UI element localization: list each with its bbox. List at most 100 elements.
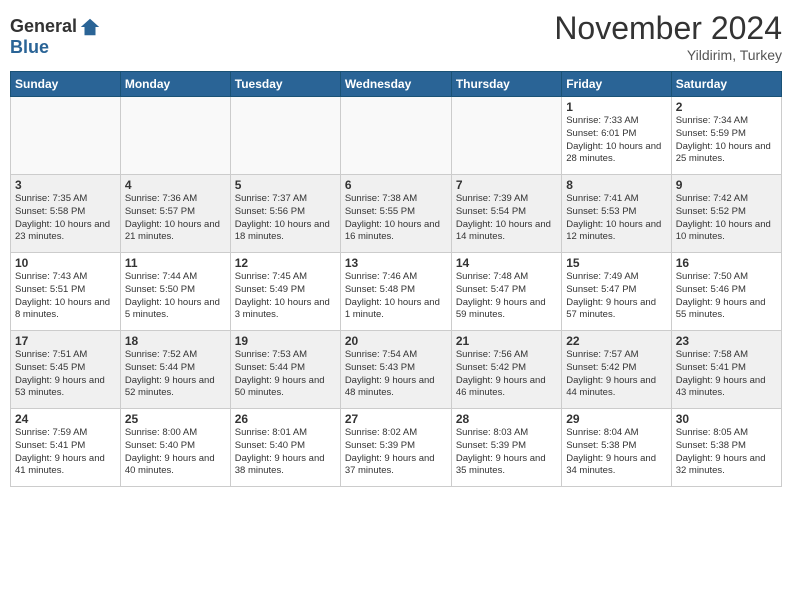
- calendar-cell: 2Sunrise: 7:34 AMSunset: 5:59 PMDaylight…: [671, 97, 781, 175]
- day-info: Sunrise: 7:59 AMSunset: 5:41 PMDaylight:…: [15, 427, 116, 478]
- calendar-cell: 26Sunrise: 8:01 AMSunset: 5:40 PMDayligh…: [230, 409, 340, 487]
- calendar-cell: 30Sunrise: 8:05 AMSunset: 5:38 PMDayligh…: [671, 409, 781, 487]
- calendar-cell: [451, 97, 561, 175]
- day-info: Sunrise: 7:36 AMSunset: 5:57 PMDaylight:…: [125, 193, 226, 244]
- calendar-cell: 7Sunrise: 7:39 AMSunset: 5:54 PMDaylight…: [451, 175, 561, 253]
- calendar-cell: 10Sunrise: 7:43 AMSunset: 5:51 PMDayligh…: [11, 253, 121, 331]
- day-number: 15: [566, 256, 666, 270]
- calendar-cell: 20Sunrise: 7:54 AMSunset: 5:43 PMDayligh…: [340, 331, 451, 409]
- day-info: Sunrise: 7:53 AMSunset: 5:44 PMDaylight:…: [235, 349, 336, 400]
- calendar-week-row: 10Sunrise: 7:43 AMSunset: 5:51 PMDayligh…: [11, 253, 782, 331]
- calendar-cell: [11, 97, 121, 175]
- day-number: 28: [456, 412, 557, 426]
- day-number: 17: [15, 334, 116, 348]
- calendar-cell: 1Sunrise: 7:33 AMSunset: 6:01 PMDaylight…: [562, 97, 671, 175]
- calendar: Sunday Monday Tuesday Wednesday Thursday…: [10, 71, 782, 487]
- month-title: November 2024: [554, 10, 782, 47]
- calendar-cell: 13Sunrise: 7:46 AMSunset: 5:48 PMDayligh…: [340, 253, 451, 331]
- day-info: Sunrise: 7:54 AMSunset: 5:43 PMDaylight:…: [345, 349, 447, 400]
- day-info: Sunrise: 7:52 AMSunset: 5:44 PMDaylight:…: [125, 349, 226, 400]
- calendar-week-row: 3Sunrise: 7:35 AMSunset: 5:58 PMDaylight…: [11, 175, 782, 253]
- day-number: 16: [676, 256, 777, 270]
- day-info: Sunrise: 8:05 AMSunset: 5:38 PMDaylight:…: [676, 427, 777, 478]
- day-info: Sunrise: 7:43 AMSunset: 5:51 PMDaylight:…: [15, 271, 116, 322]
- logo: General Blue: [10, 16, 101, 58]
- col-friday: Friday: [562, 72, 671, 97]
- day-number: 26: [235, 412, 336, 426]
- calendar-cell: 29Sunrise: 8:04 AMSunset: 5:38 PMDayligh…: [562, 409, 671, 487]
- day-info: Sunrise: 7:58 AMSunset: 5:41 PMDaylight:…: [676, 349, 777, 400]
- day-info: Sunrise: 8:01 AMSunset: 5:40 PMDaylight:…: [235, 427, 336, 478]
- day-number: 3: [15, 178, 116, 192]
- day-info: Sunrise: 7:41 AMSunset: 5:53 PMDaylight:…: [566, 193, 666, 244]
- calendar-cell: 27Sunrise: 8:02 AMSunset: 5:39 PMDayligh…: [340, 409, 451, 487]
- day-info: Sunrise: 7:50 AMSunset: 5:46 PMDaylight:…: [676, 271, 777, 322]
- day-info: Sunrise: 7:49 AMSunset: 5:47 PMDaylight:…: [566, 271, 666, 322]
- logo-general-text: General: [10, 17, 77, 37]
- calendar-cell: 23Sunrise: 7:58 AMSunset: 5:41 PMDayligh…: [671, 331, 781, 409]
- calendar-week-row: 24Sunrise: 7:59 AMSunset: 5:41 PMDayligh…: [11, 409, 782, 487]
- col-monday: Monday: [120, 72, 230, 97]
- day-number: 2: [676, 100, 777, 114]
- day-info: Sunrise: 7:42 AMSunset: 5:52 PMDaylight:…: [676, 193, 777, 244]
- day-number: 20: [345, 334, 447, 348]
- calendar-cell: 11Sunrise: 7:44 AMSunset: 5:50 PMDayligh…: [120, 253, 230, 331]
- calendar-cell: 15Sunrise: 7:49 AMSunset: 5:47 PMDayligh…: [562, 253, 671, 331]
- day-number: 12: [235, 256, 336, 270]
- calendar-cell: [230, 97, 340, 175]
- day-number: 8: [566, 178, 666, 192]
- day-number: 6: [345, 178, 447, 192]
- col-thursday: Thursday: [451, 72, 561, 97]
- day-info: Sunrise: 7:39 AMSunset: 5:54 PMDaylight:…: [456, 193, 557, 244]
- day-info: Sunrise: 7:35 AMSunset: 5:58 PMDaylight:…: [15, 193, 116, 244]
- day-number: 4: [125, 178, 226, 192]
- calendar-cell: 14Sunrise: 7:48 AMSunset: 5:47 PMDayligh…: [451, 253, 561, 331]
- day-number: 10: [15, 256, 116, 270]
- day-number: 1: [566, 100, 666, 114]
- day-info: Sunrise: 7:34 AMSunset: 5:59 PMDaylight:…: [676, 115, 777, 166]
- day-number: 21: [456, 334, 557, 348]
- day-number: 30: [676, 412, 777, 426]
- logo-icon: [79, 16, 101, 38]
- day-number: 18: [125, 334, 226, 348]
- calendar-week-row: 17Sunrise: 7:51 AMSunset: 5:45 PMDayligh…: [11, 331, 782, 409]
- day-number: 13: [345, 256, 447, 270]
- day-info: Sunrise: 8:02 AMSunset: 5:39 PMDaylight:…: [345, 427, 447, 478]
- calendar-cell: [340, 97, 451, 175]
- day-info: Sunrise: 7:33 AMSunset: 6:01 PMDaylight:…: [566, 115, 666, 166]
- day-number: 5: [235, 178, 336, 192]
- calendar-cell: 17Sunrise: 7:51 AMSunset: 5:45 PMDayligh…: [11, 331, 121, 409]
- day-info: Sunrise: 7:48 AMSunset: 5:47 PMDaylight:…: [456, 271, 557, 322]
- calendar-cell: 28Sunrise: 8:03 AMSunset: 5:39 PMDayligh…: [451, 409, 561, 487]
- day-info: Sunrise: 8:03 AMSunset: 5:39 PMDaylight:…: [456, 427, 557, 478]
- title-section: November 2024 Yildirim, Turkey: [554, 10, 782, 63]
- col-sunday: Sunday: [11, 72, 121, 97]
- calendar-cell: 4Sunrise: 7:36 AMSunset: 5:57 PMDaylight…: [120, 175, 230, 253]
- calendar-cell: 12Sunrise: 7:45 AMSunset: 5:49 PMDayligh…: [230, 253, 340, 331]
- calendar-week-row: 1Sunrise: 7:33 AMSunset: 6:01 PMDaylight…: [11, 97, 782, 175]
- day-info: Sunrise: 7:56 AMSunset: 5:42 PMDaylight:…: [456, 349, 557, 400]
- day-info: Sunrise: 7:37 AMSunset: 5:56 PMDaylight:…: [235, 193, 336, 244]
- day-info: Sunrise: 7:57 AMSunset: 5:42 PMDaylight:…: [566, 349, 666, 400]
- calendar-header-row: Sunday Monday Tuesday Wednesday Thursday…: [11, 72, 782, 97]
- day-number: 27: [345, 412, 447, 426]
- day-number: 24: [15, 412, 116, 426]
- col-tuesday: Tuesday: [230, 72, 340, 97]
- col-saturday: Saturday: [671, 72, 781, 97]
- day-info: Sunrise: 7:38 AMSunset: 5:55 PMDaylight:…: [345, 193, 447, 244]
- calendar-cell: 19Sunrise: 7:53 AMSunset: 5:44 PMDayligh…: [230, 331, 340, 409]
- day-number: 9: [676, 178, 777, 192]
- calendar-cell: [120, 97, 230, 175]
- day-info: Sunrise: 8:00 AMSunset: 5:40 PMDaylight:…: [125, 427, 226, 478]
- day-info: Sunrise: 8:04 AMSunset: 5:38 PMDaylight:…: [566, 427, 666, 478]
- calendar-cell: 9Sunrise: 7:42 AMSunset: 5:52 PMDaylight…: [671, 175, 781, 253]
- day-info: Sunrise: 7:46 AMSunset: 5:48 PMDaylight:…: [345, 271, 447, 322]
- day-number: 23: [676, 334, 777, 348]
- day-number: 25: [125, 412, 226, 426]
- logo-blue-text: Blue: [10, 38, 101, 58]
- page: General Blue November 2024 Yildirim, Tur…: [0, 0, 792, 612]
- calendar-cell: 18Sunrise: 7:52 AMSunset: 5:44 PMDayligh…: [120, 331, 230, 409]
- calendar-cell: 5Sunrise: 7:37 AMSunset: 5:56 PMDaylight…: [230, 175, 340, 253]
- calendar-cell: 24Sunrise: 7:59 AMSunset: 5:41 PMDayligh…: [11, 409, 121, 487]
- day-number: 19: [235, 334, 336, 348]
